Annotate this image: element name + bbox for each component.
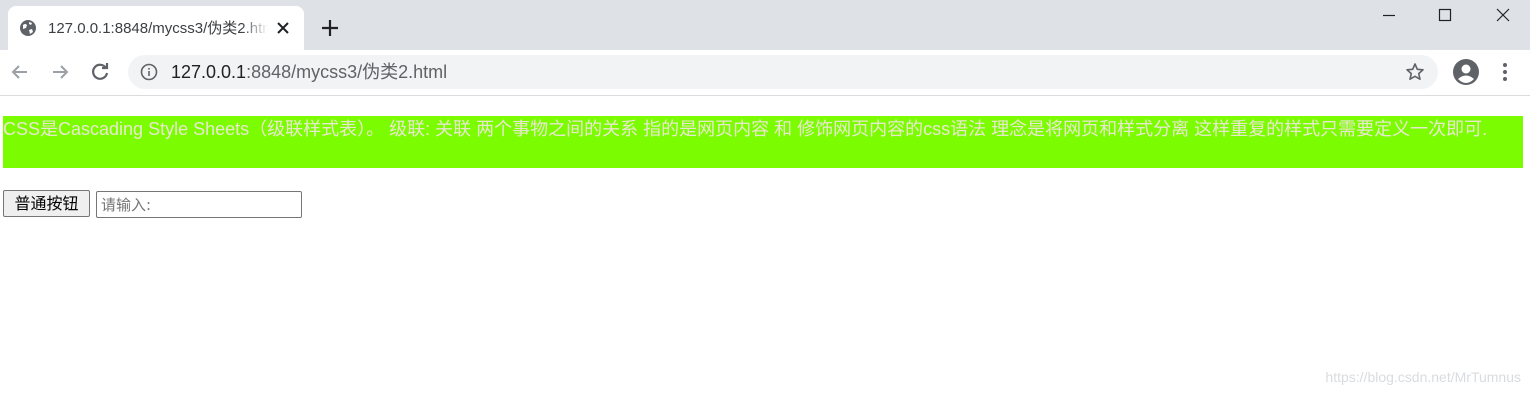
- text-input[interactable]: [96, 191, 302, 218]
- browser-tab[interactable]: 127.0.0.1:8848/mycss3/伪类2.html: [8, 6, 304, 50]
- reload-icon[interactable]: [88, 60, 112, 84]
- arrow-left-icon[interactable]: [8, 60, 32, 84]
- plus-icon[interactable]: [318, 16, 342, 40]
- page-viewport: CSS是Cascading Style Sheets（级联样式表）。 级联: 关…: [0, 96, 1530, 395]
- kebab-menu-icon[interactable]: [1494, 60, 1516, 84]
- url-text[interactable]: 127.0.0.1:8848/mycss3/伪类2.html: [171, 61, 447, 83]
- tab-title: 127.0.0.1:8848/mycss3/伪类2.html: [48, 20, 268, 37]
- profile-icon[interactable]: [1452, 58, 1480, 86]
- minimize-icon: [1383, 14, 1395, 17]
- arrow-right-icon[interactable]: [48, 60, 72, 84]
- watermark: https://blog.csdn.net/MrTumnus: [1325, 369, 1521, 385]
- css-intro-paragraph: CSS是Cascading Style Sheets（级联样式表）。 级联: 关…: [3, 116, 1523, 168]
- info-icon[interactable]: [140, 63, 158, 81]
- address-bar[interactable]: 127.0.0.1:8848/mycss3/伪类2.html: [128, 55, 1438, 89]
- globe-icon: [19, 19, 37, 37]
- normal-button[interactable]: 普通按钮: [3, 190, 90, 217]
- url-path: :8848/mycss3/伪类2.html: [246, 62, 448, 82]
- maximize-icon: [1438, 8, 1452, 22]
- maximize-button[interactable]: [1422, 0, 1468, 32]
- url-host: 127.0.0.1: [171, 62, 247, 82]
- close-window-button[interactable]: [1480, 0, 1526, 32]
- minimize-button[interactable]: [1366, 0, 1412, 32]
- close-icon[interactable]: [274, 19, 292, 37]
- browser-toolbar: 127.0.0.1:8848/mycss3/伪类2.html: [0, 50, 1530, 96]
- tab-strip: 127.0.0.1:8848/mycss3/伪类2.html: [0, 0, 1530, 50]
- close-window-icon: [1496, 8, 1510, 22]
- star-icon[interactable]: [1405, 62, 1425, 82]
